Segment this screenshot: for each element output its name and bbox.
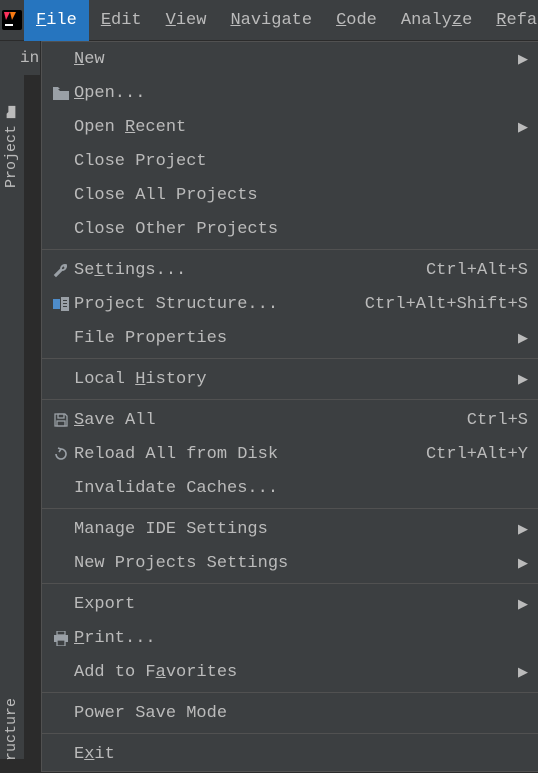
- menu-label: Close All Projects: [74, 186, 528, 205]
- save-icon: [50, 410, 72, 430]
- submenu-arrow-icon: ▶: [518, 556, 528, 571]
- menu-label: Close Other Projects: [74, 220, 528, 239]
- separator: [42, 583, 538, 584]
- menu-item-local-history[interactable]: Local History ▶: [42, 362, 538, 396]
- submenu-arrow-icon: ▶: [518, 597, 528, 612]
- side-tab-project-label: Project: [3, 125, 20, 188]
- empty-icon: [50, 151, 72, 171]
- wrench-icon: [50, 260, 72, 280]
- menu-label: Project Structure...: [74, 295, 365, 314]
- side-tab-structure-label: ructure: [3, 698, 20, 761]
- folder-icon: [50, 83, 72, 103]
- menu-item-close-project[interactable]: Close Project: [42, 144, 538, 178]
- menu-item-open-recent[interactable]: Open Recent ▶: [42, 110, 538, 144]
- empty-icon: [50, 49, 72, 69]
- empty-icon: [50, 553, 72, 573]
- menu-label: Add to Favorites: [74, 663, 518, 682]
- menu-item-power-save-mode[interactable]: Power Save Mode: [42, 696, 538, 730]
- menu-label: Open...: [74, 84, 528, 103]
- menu-label: Reload All from Disk: [74, 445, 426, 464]
- menu-item-new-projects-settings[interactable]: New Projects Settings ▶: [42, 546, 538, 580]
- menu-label: File Properties: [74, 329, 518, 348]
- empty-icon: [50, 703, 72, 723]
- menu-item-file-properties[interactable]: File Properties ▶: [42, 321, 538, 355]
- menubar: File Edit View Navigate Code Analyze Ref…: [0, 0, 538, 41]
- empty-icon: [50, 185, 72, 205]
- menu-item-add-to-favorites[interactable]: Add to Favorites ▶: [42, 655, 538, 689]
- menu-analyze[interactable]: Analyze: [389, 0, 484, 41]
- menu-label: New Projects Settings: [74, 554, 518, 573]
- menu-item-close-other-projects[interactable]: Close Other Projects: [42, 212, 538, 246]
- submenu-arrow-icon: ▶: [518, 522, 528, 537]
- menu-refactor[interactable]: Refa: [484, 0, 538, 41]
- empty-icon: [50, 478, 72, 498]
- menu-file[interactable]: File: [24, 0, 89, 41]
- empty-icon: [50, 117, 72, 137]
- separator: [42, 249, 538, 250]
- menu-item-exit[interactable]: Exit: [42, 737, 538, 771]
- empty-icon: [50, 519, 72, 539]
- menu-label: Power Save Mode: [74, 704, 528, 723]
- menu-label: Manage IDE Settings: [74, 520, 518, 539]
- tab-bar: in: [0, 41, 40, 75]
- menu-label: Print...: [74, 629, 528, 648]
- menu-label: Close Project: [74, 152, 528, 171]
- app-icon: [0, 0, 24, 41]
- shortcut: Ctrl+Alt+Y: [426, 445, 528, 464]
- shortcut: Ctrl+Alt+S: [426, 261, 528, 280]
- intellij-icon: [0, 8, 24, 32]
- empty-icon: [50, 744, 72, 764]
- menu-item-print[interactable]: Print...: [42, 621, 538, 655]
- reload-icon: [50, 444, 72, 464]
- file-dropdown-menu: New ▶ Open... Open Recent ▶ Close Projec…: [41, 41, 538, 772]
- menu-view[interactable]: View: [154, 0, 219, 41]
- menu-label: New: [74, 50, 518, 69]
- menu-label: Invalidate Caches...: [74, 479, 528, 498]
- content-area: in Project ructure New ▶ Open... Open Re…: [0, 41, 538, 759]
- menu-item-export[interactable]: Export ▶: [42, 587, 538, 621]
- menu-item-close-all-projects[interactable]: Close All Projects: [42, 178, 538, 212]
- menu-item-invalidate-caches[interactable]: Invalidate Caches...: [42, 471, 538, 505]
- side-tab-project[interactable]: Project: [0, 93, 23, 200]
- menu-item-new[interactable]: New ▶: [42, 42, 538, 76]
- side-panels: Project ructure: [0, 75, 25, 759]
- separator: [42, 399, 538, 400]
- folder-icon: [5, 105, 19, 119]
- shortcut: Ctrl+Alt+Shift+S: [365, 295, 528, 314]
- menu-code[interactable]: Code: [324, 0, 389, 41]
- menu-item-reload-from-disk[interactable]: Reload All from Disk Ctrl+Alt+Y: [42, 437, 538, 471]
- empty-icon: [50, 369, 72, 389]
- submenu-arrow-icon: ▶: [518, 331, 528, 346]
- menu-edit[interactable]: Edit: [89, 0, 154, 41]
- menu-item-settings[interactable]: Settings... Ctrl+Alt+S: [42, 253, 538, 287]
- menu-item-project-structure[interactable]: Project Structure... Ctrl+Alt+Shift+S: [42, 287, 538, 321]
- separator: [42, 508, 538, 509]
- submenu-arrow-icon: ▶: [518, 120, 528, 135]
- shortcut: Ctrl+S: [467, 411, 528, 430]
- empty-icon: [50, 328, 72, 348]
- empty-icon: [50, 219, 72, 239]
- submenu-arrow-icon: ▶: [518, 52, 528, 67]
- tab-label: in: [20, 49, 39, 67]
- empty-icon: [50, 594, 72, 614]
- project-structure-icon: [50, 294, 72, 314]
- separator: [42, 358, 538, 359]
- submenu-arrow-icon: ▶: [518, 372, 528, 387]
- submenu-arrow-icon: ▶: [518, 665, 528, 680]
- menu-label: Save All: [74, 411, 467, 430]
- menu-item-manage-ide-settings[interactable]: Manage IDE Settings ▶: [42, 512, 538, 546]
- menu-label: Settings...: [74, 261, 426, 280]
- print-icon: [50, 628, 72, 648]
- menu-navigate[interactable]: Navigate: [218, 0, 324, 41]
- separator: [42, 692, 538, 693]
- menu-item-open[interactable]: Open...: [42, 76, 538, 110]
- empty-icon: [50, 662, 72, 682]
- side-tab-structure[interactable]: ructure: [0, 686, 23, 773]
- menu-label: Open Recent: [74, 118, 518, 137]
- menu-label: Export: [74, 595, 518, 614]
- menu-label: Local History: [74, 370, 518, 389]
- menu-label: Exit: [74, 745, 528, 764]
- separator: [42, 733, 538, 734]
- menu-item-save-all[interactable]: Save All Ctrl+S: [42, 403, 538, 437]
